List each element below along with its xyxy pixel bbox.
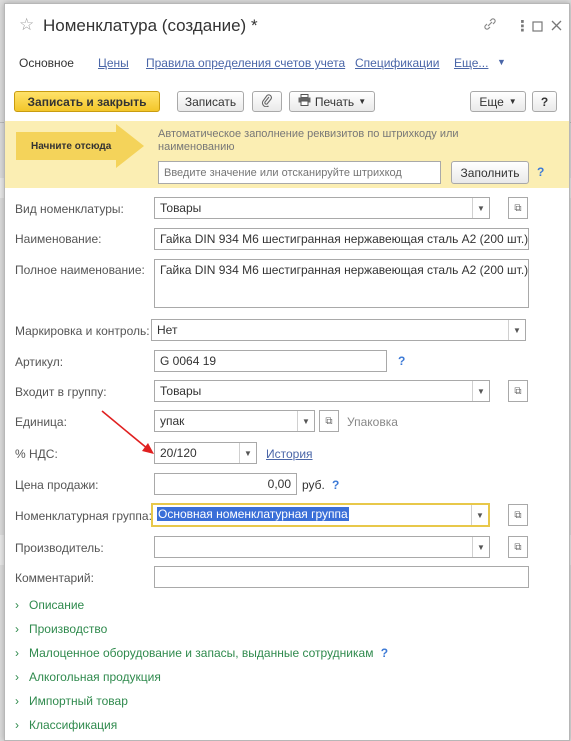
chevron-right-icon: › [15,718,19,732]
marking-select[interactable]: Нет ▼ [151,319,526,341]
chevron-down-icon[interactable]: ▼ [508,320,525,340]
annotation-arrow-icon [101,410,154,454]
printer-icon [298,94,311,109]
tabs-bar: Основное Цены Правила определения счетов… [5,56,569,76]
group-label: Входит в группу: [15,385,107,399]
save-and-close-button[interactable]: Записать и закрыть [14,91,160,112]
print-button[interactable]: Печать ▼ [289,91,375,112]
section-production[interactable]: › Производство [15,622,107,636]
nomen-group-label: Номенклатурная группа: [15,509,152,523]
more-label: Еще [479,94,504,109]
banner-help-icon[interactable]: ? [537,165,544,179]
unit-note: Упаковка [347,415,398,429]
chevron-right-icon: › [15,598,19,612]
group-select[interactable]: Товары ▼ [154,380,490,402]
autofill-hint: Автоматическое заполнение реквизитов по … [158,128,459,153]
print-label: Печать [314,94,355,109]
section-label: Производство [29,622,108,636]
section-description[interactable]: › Описание [15,598,84,612]
comment-label: Комментарий: [15,571,94,585]
article-label: Артикул: [15,355,64,369]
window-title: Номенклатура (создание) * [43,16,258,35]
kind-open-button[interactable]: ⧉ [508,197,528,219]
manufacturer-select[interactable]: ▼ [154,536,490,558]
unit-open-button[interactable]: ⧉ [319,410,339,432]
tab-more[interactable]: Еще... [454,56,488,70]
more-vertical-icon[interactable]: ⋮ [515,17,530,35]
start-here-label: Начните отсюда [31,141,112,152]
price-help-icon[interactable]: ? [332,478,339,492]
vat-value: 20/120 [160,446,197,460]
article-input[interactable]: G 0064 19 [154,350,387,372]
section-classification[interactable]: › Классификация [15,718,117,732]
kind-select[interactable]: Товары ▼ [154,197,490,219]
section-label: Алкогольная продукция [29,670,161,684]
chain-link-icon[interactable] [483,17,497,35]
fill-button[interactable]: Заполнить [451,161,529,184]
nomenclature-dialog: ☆ Номенклатура (создание) * ⋮ Основное Ц… [4,3,570,741]
section-label: Импортный товар [29,694,128,708]
vat-label: % НДС: [15,447,58,461]
manufacturer-open-button[interactable]: ⧉ [508,536,528,558]
chevron-down-icon[interactable]: ▼ [239,443,256,463]
marking-label: Маркировка и контроль: [15,324,150,338]
help-button[interactable]: ? [532,91,557,112]
chevron-down-icon[interactable]: ▼ [472,381,489,401]
full-name-textarea[interactable]: Гайка DIN 934 М6 шестигранная нержавеюща… [154,259,529,308]
chevron-down-icon[interactable]: ▼ [472,537,489,557]
chevron-down-icon: ▼ [508,97,517,106]
attach-button[interactable] [252,91,282,112]
unit-value: упак [160,414,185,428]
chevron-down-icon: ▼ [358,97,367,106]
nomen-group-value: Основная номенклатурная группа [157,507,349,521]
comment-input[interactable] [154,566,529,588]
tab-prices[interactable]: Цены [98,56,129,70]
group-value: Товары [160,384,202,398]
manufacturer-label: Производитель: [15,541,104,555]
section-label: Малоценное оборудование и запасы, выданн… [29,646,374,660]
unit-select[interactable]: упак ▼ [154,410,315,432]
unit-label: Единица: [15,415,67,429]
nomen-group-select[interactable]: Основная номенклатурная группа ▼ [151,503,490,527]
more-actions-button[interactable]: Еще ▼ [470,91,526,112]
barcode-input[interactable] [158,161,441,184]
name-input[interactable]: Гайка DIN 934 М6 шестигранная нержавеюща… [154,228,529,250]
section-label: Классификация [29,718,118,732]
chevron-right-icon: › [15,646,19,660]
close-icon[interactable] [551,18,562,35]
section-label: Описание [29,598,85,612]
tab-specifications[interactable]: Спецификации [355,56,439,70]
favorite-star-icon[interactable]: ☆ [19,15,34,35]
price-label: Цена продажи: [15,478,99,492]
article-help-icon[interactable]: ? [398,354,405,368]
price-input[interactable]: 0,00 [154,473,297,495]
price-currency: руб. [302,478,325,492]
name-label: Наименование: [15,232,102,246]
kind-label: Вид номенклатуры: [15,202,124,216]
chevron-right-icon: › [15,670,19,684]
section-alcohol[interactable]: › Алкогольная продукция [15,670,161,684]
tab-account-rules[interactable]: Правила определения счетов учета [146,56,345,70]
chevron-down-icon[interactable]: ▼ [497,57,506,67]
vat-select[interactable]: 20/120 ▼ [154,442,257,464]
maximize-icon[interactable] [532,19,543,36]
kind-value: Товары [160,201,202,215]
section-help-icon[interactable]: ? [381,646,388,660]
section-low-value-equipment[interactable]: › Малоценное оборудование и запасы, выдан… [15,646,388,660]
chevron-down-icon[interactable]: ▼ [297,411,314,431]
vat-history-link[interactable]: История [266,447,313,461]
save-button[interactable]: Записать [177,91,244,112]
chevron-right-icon: › [15,694,19,708]
group-open-button[interactable]: ⧉ [508,380,528,402]
nomen-group-open-button[interactable]: ⧉ [508,504,528,526]
chevron-down-icon[interactable]: ▼ [472,198,489,218]
paperclip-icon [261,93,273,110]
section-imported-goods[interactable]: › Импортный товар [15,694,128,708]
chevron-right-icon: › [15,622,19,636]
marking-value: Нет [157,323,178,337]
chevron-down-icon[interactable]: ▼ [471,505,488,525]
tab-main[interactable]: Основное [19,56,74,70]
full-name-label: Полное наименование: [15,263,145,277]
